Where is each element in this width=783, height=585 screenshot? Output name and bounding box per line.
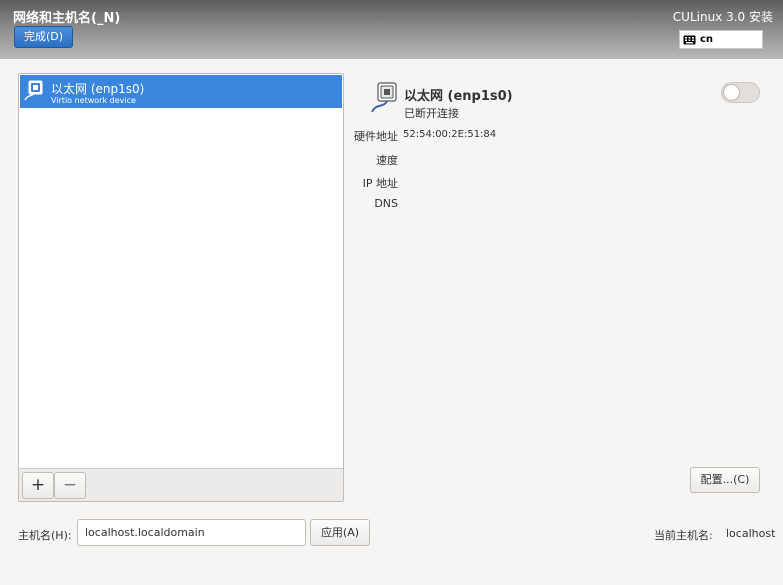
device-toggle-switch[interactable] [721,82,760,103]
current-hostname-label: 当前主机名: [654,529,713,542]
configure-button[interactable]: 配置...(C) [690,467,760,493]
hardware-address-label: 硬件地址 [354,130,398,143]
dns-label: DNS [374,197,398,210]
speed-label: 速度 [376,154,398,167]
connection-status: 已断开连接 [404,107,459,120]
device-description: Virtio network device [51,96,136,105]
ip-address-label: IP 地址 [362,177,398,190]
header-bar: 网络和主机名(_N) 完成(D) CULinux 3.0 安装 cn [0,0,783,59]
apply-button[interactable]: 应用(A) [310,519,370,546]
device-title: 以太网 (enp1s0) [404,89,513,104]
keyboard-icon [683,35,696,45]
hostname-label: 主机名(H): [18,529,72,542]
keyboard-layout-label: cn [700,34,714,45]
keyboard-layout-indicator[interactable]: cn [679,30,763,49]
current-hostname-value: localhost [726,527,776,540]
list-toolbar: + − [19,468,343,501]
device-name: 以太网 (enp1s0) [51,82,145,96]
product-title: CULinux 3.0 安装 [672,10,773,24]
ethernet-icon [370,82,398,114]
device-list: 以太网 (enp1s0) Virtio network device + − [18,73,344,502]
hostname-input[interactable] [77,519,306,546]
done-button[interactable]: 完成(D) [14,26,73,48]
page-title: 网络和主机名(_N) [13,11,121,26]
toggle-knob [723,84,740,101]
hardware-address-value: 52:54:00:2E:51:84 [403,129,497,140]
add-device-button[interactable]: + [22,472,54,499]
list-item[interactable]: 以太网 (enp1s0) Virtio network device [20,75,342,108]
remove-device-button[interactable]: − [54,472,86,499]
ethernet-icon [24,80,44,102]
